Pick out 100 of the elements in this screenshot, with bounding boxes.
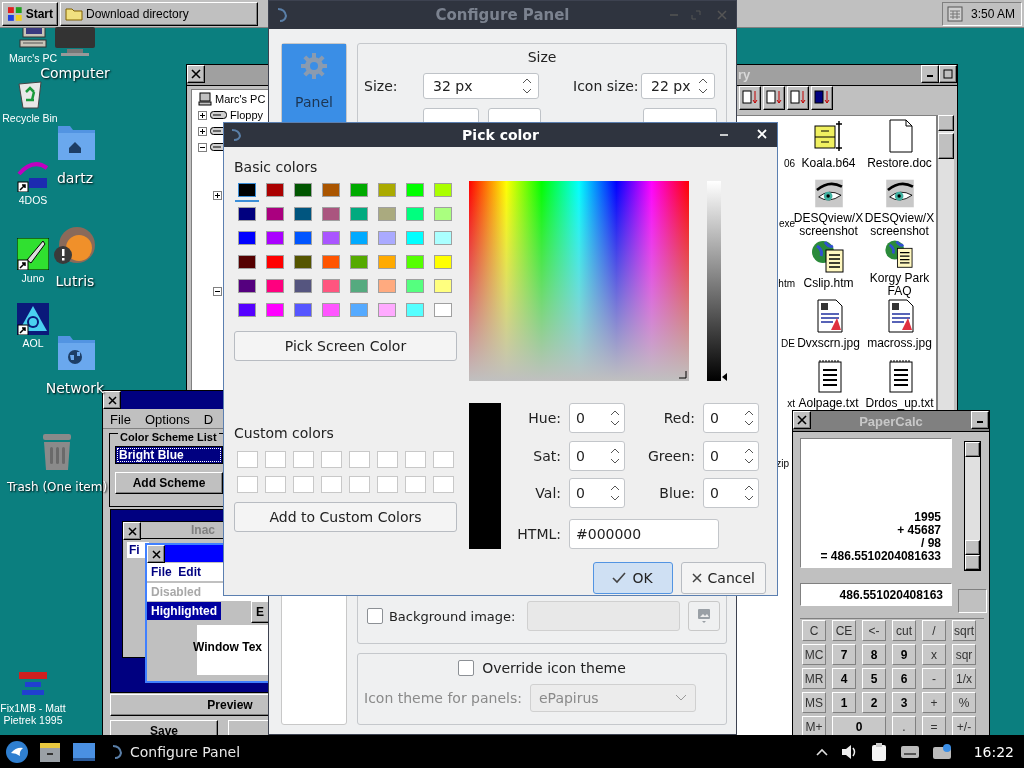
add-scheme-button[interactable]: Add Scheme xyxy=(115,472,223,494)
custom-color-slot[interactable] xyxy=(377,476,398,493)
desktop-icon[interactable] xyxy=(72,740,96,763)
color-swatch[interactable] xyxy=(378,231,396,245)
color-swatch[interactable] xyxy=(378,183,396,197)
file-name[interactable]: DESQview/X screenshot xyxy=(864,212,935,238)
menu-item[interactable]: Options xyxy=(144,411,190,427)
file-name[interactable]: htm xyxy=(778,277,795,290)
browse-image-button[interactable] xyxy=(688,601,720,631)
calculator-key[interactable]: + xyxy=(922,692,946,713)
color-swatch[interactable] xyxy=(434,279,452,293)
close-button[interactable] xyxy=(187,65,205,83)
color-swatch[interactable] xyxy=(238,207,256,221)
cancel-button[interactable]: Cancel xyxy=(680,562,766,594)
calculator-key[interactable]: MR xyxy=(802,668,826,689)
checkbox-label[interactable]: Override icon theme xyxy=(482,660,626,676)
color-swatch[interactable] xyxy=(406,183,424,197)
file-name[interactable]: xt xyxy=(787,397,795,410)
custom-color-slot[interactable] xyxy=(237,451,258,468)
color-swatch[interactable] xyxy=(322,231,340,245)
calculator-key[interactable]: 1/x xyxy=(952,668,976,689)
custom-color-slot[interactable] xyxy=(405,451,426,468)
color-swatch[interactable] xyxy=(350,207,368,221)
calculator-key[interactable]: 0 xyxy=(832,716,886,737)
expand-toggle[interactable] xyxy=(198,110,207,120)
sort-button[interactable] xyxy=(787,86,809,110)
color-swatch[interactable] xyxy=(406,255,424,269)
color-swatch[interactable] xyxy=(266,183,284,197)
custom-color-slot[interactable] xyxy=(265,476,286,493)
drive-icon[interactable] xyxy=(931,742,952,761)
calculator-key[interactable]: MC xyxy=(802,644,826,665)
color-swatch[interactable] xyxy=(434,207,452,221)
calculator-key[interactable]: 7 xyxy=(832,644,856,665)
menu-item[interactable]: File xyxy=(110,411,131,427)
icon-label[interactable]: Marc's PC xyxy=(8,52,58,64)
color-swatch[interactable] xyxy=(238,183,256,197)
start-button[interactable]: Start xyxy=(2,1,58,26)
color-swatch[interactable] xyxy=(238,255,256,269)
calculator-key[interactable]: MS xyxy=(802,692,826,713)
calculator-key[interactable]: 2 xyxy=(862,692,886,713)
preview-button[interactable]: Preview xyxy=(110,694,269,716)
calculator-key[interactable]: % xyxy=(952,692,976,713)
ok-button[interactable]: OK xyxy=(592,562,673,594)
icon-size-spinbox[interactable]: 22 px xyxy=(641,73,715,99)
number-spinbox[interactable]: 0 xyxy=(569,478,625,509)
file-name[interactable]: Dvxscrn.jpg xyxy=(797,337,860,350)
color-swatch[interactable] xyxy=(378,255,396,269)
calculator-key[interactable]: sqr xyxy=(952,644,976,665)
color-swatch[interactable] xyxy=(238,231,256,245)
icon-label[interactable]: Juno xyxy=(21,272,45,284)
scheme-dropdown[interactable]: Bright Blue xyxy=(115,446,223,464)
stepper-icon[interactable] xyxy=(744,484,754,503)
color-swatch[interactable] xyxy=(378,303,396,317)
color-swatch[interactable] xyxy=(294,279,312,293)
icon-label[interactable]: Recycle Bin xyxy=(2,112,58,124)
calculator-key[interactable]: 3 xyxy=(892,692,916,713)
file-name[interactable]: Koala.b64 xyxy=(801,157,856,170)
custom-color-slot[interactable] xyxy=(321,476,342,493)
color-swatch[interactable] xyxy=(266,303,284,317)
minimize-button[interactable] xyxy=(921,65,939,83)
tree-item[interactable]: Floppy xyxy=(230,109,264,121)
number-spinbox[interactable]: 0 xyxy=(703,403,759,434)
color-swatch[interactable] xyxy=(378,279,396,293)
file-name[interactable]: Restore.doc xyxy=(867,157,932,170)
calculator-key[interactable]: 6 xyxy=(892,668,916,689)
color-swatch[interactable] xyxy=(322,207,340,221)
maximize-button[interactable] xyxy=(939,65,957,83)
calculator-key[interactable]: M+ xyxy=(802,716,826,737)
color-swatch[interactable] xyxy=(266,279,284,293)
icon-label[interactable]: 4DOS xyxy=(18,194,48,206)
slider-arrow-icon[interactable] xyxy=(722,373,727,381)
calculator-key[interactable]: / xyxy=(922,620,946,641)
calculator-key[interactable]: +/- xyxy=(952,716,976,737)
number-spinbox[interactable]: 0 xyxy=(703,478,759,509)
color-swatch[interactable] xyxy=(322,255,340,269)
color-swatch[interactable] xyxy=(322,183,340,197)
drive-icon[interactable] xyxy=(899,743,920,760)
custom-color-slot[interactable] xyxy=(433,476,454,493)
minimize-button[interactable] xyxy=(971,411,989,429)
color-swatch[interactable] xyxy=(434,303,452,317)
chevron-up-icon[interactable] xyxy=(815,747,828,756)
color-swatch[interactable] xyxy=(434,255,452,269)
color-swatch[interactable] xyxy=(238,279,256,293)
stepper-icon[interactable] xyxy=(522,77,532,95)
icon-label[interactable]: Computer xyxy=(40,65,110,81)
custom-color-slot[interactable] xyxy=(237,476,258,493)
file-name[interactable]: Cslip.htm xyxy=(803,277,854,290)
expand-toggle[interactable] xyxy=(198,126,207,136)
sort-button[interactable] xyxy=(811,86,833,110)
icon-label[interactable]: Lutris xyxy=(55,273,95,289)
calculator-key[interactable]: sqrt xyxy=(952,620,976,641)
bird-logo-icon[interactable] xyxy=(6,740,28,763)
custom-color-slot[interactable] xyxy=(377,451,398,468)
icon-label[interactable]: AOL xyxy=(22,337,44,349)
checkbox[interactable] xyxy=(458,660,475,676)
color-swatch[interactable] xyxy=(406,231,424,245)
menu-item[interactable]: D xyxy=(203,411,214,427)
calculator-key[interactable]: cut xyxy=(892,620,916,641)
color-swatch[interactable] xyxy=(350,279,368,293)
color-swatch[interactable] xyxy=(322,303,340,317)
